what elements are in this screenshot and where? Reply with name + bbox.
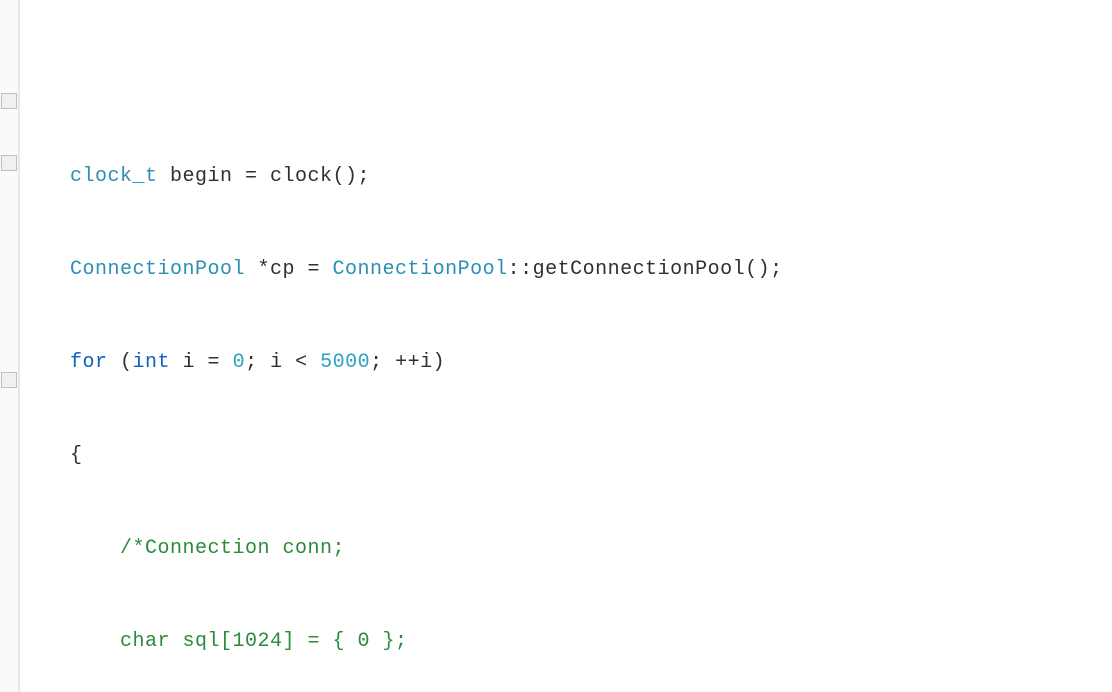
gutter-fold-marker[interactable] — [1, 93, 17, 109]
code-block: clock_t begin = clock(); ConnectionPool … — [0, 0, 1112, 692]
gutter — [0, 0, 20, 692]
current-line-highlight — [18, 502, 1112, 535]
code-line-4: { — [70, 440, 1112, 471]
gutter-fold-marker[interactable] — [1, 155, 17, 171]
code-line-1: clock_t begin = clock(); — [70, 161, 1112, 192]
code-line-5: /*Connection conn; — [70, 533, 1112, 564]
gutter-fold-marker[interactable] — [1, 372, 17, 388]
code-line-6: char sql[1024] = { 0 }; — [70, 626, 1112, 657]
code-line-2: ConnectionPool *cp = ConnectionPool::get… — [70, 254, 1112, 285]
code-line-3: for (int i = 0; i < 5000; ++i) — [70, 347, 1112, 378]
